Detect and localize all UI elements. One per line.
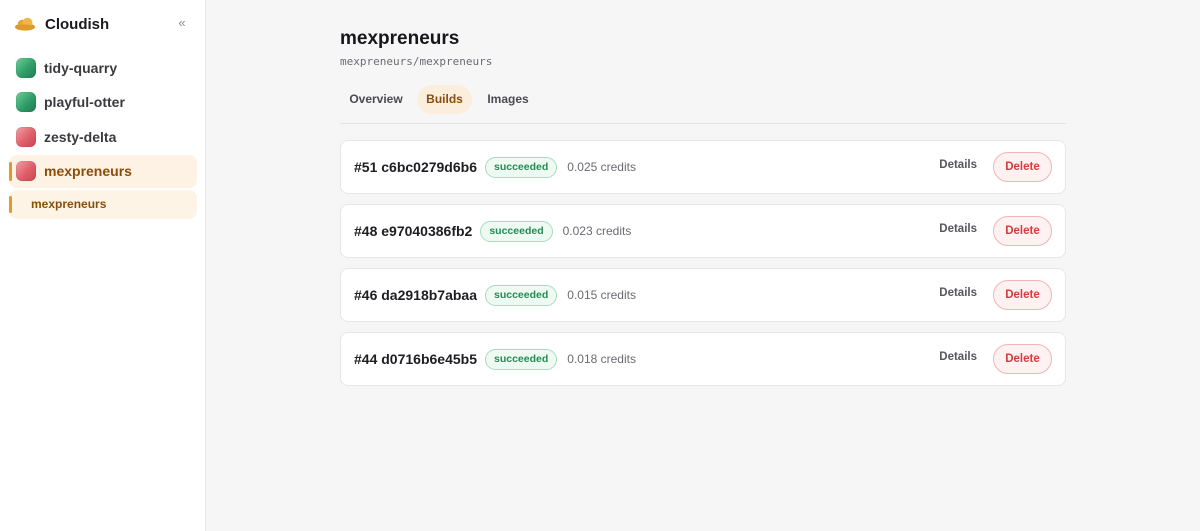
delete-button[interactable]: Delete bbox=[993, 280, 1052, 310]
sidebar-item-label: playful-otter bbox=[44, 94, 125, 110]
status-badge: succeeded bbox=[484, 348, 558, 370]
sidebar-item-label: zesty-delta bbox=[44, 128, 117, 145]
builds-list: #51 c6bc0279d6b6 succeeded 0.025 credits… bbox=[340, 140, 1066, 396]
brand[interactable]: Cloudish bbox=[14, 14, 109, 34]
build-row: #44 d0716b6e45b5 succeeded 0.018 credits… bbox=[340, 332, 1066, 386]
build-id[interactable]: #44 d0716b6e45b5 bbox=[354, 351, 477, 367]
build-credits: 0.015 credits bbox=[567, 288, 636, 302]
details-button[interactable]: Details bbox=[939, 287, 977, 299]
build-credits: 0.018 credits bbox=[567, 352, 636, 366]
details-button[interactable]: Details bbox=[939, 159, 977, 171]
collapse-sidebar-button[interactable]: « bbox=[174, 15, 190, 31]
build-credits: 0.023 credits bbox=[562, 224, 632, 238]
project-icon bbox=[16, 126, 36, 147]
tab-bar: Overview Builds Images bbox=[340, 85, 1066, 124]
status-badge: succeeded bbox=[484, 284, 558, 306]
sidebar-item-tidy-quarry[interactable]: tidy-quarry bbox=[9, 51, 197, 84]
sidebar-item-zesty-delta[interactable]: zesty-delta bbox=[9, 120, 197, 153]
status-badge: succeeded bbox=[484, 156, 558, 178]
delete-button[interactable]: Delete bbox=[993, 152, 1052, 182]
status-badge: succeeded bbox=[480, 220, 553, 242]
build-row: #51 c6bc0279d6b6 succeeded 0.025 credits… bbox=[340, 140, 1066, 194]
sidebar-subitem-mexpreneurs[interactable]: mexpreneurs bbox=[9, 189, 197, 219]
project-icon bbox=[16, 92, 36, 112]
project-nav: tidy-quarry playful-otter zesty-delta me… bbox=[9, 51, 197, 219]
build-credits: 0.025 credits bbox=[567, 160, 636, 174]
page-title: mexpreneurs bbox=[340, 28, 460, 49]
sidebar-item-playful-otter[interactable]: playful-otter bbox=[9, 86, 197, 119]
delete-button[interactable]: Delete bbox=[993, 216, 1052, 246]
project-icon bbox=[16, 161, 36, 181]
sidebar-item-mexpreneurs[interactable]: mexpreneurs bbox=[9, 154, 197, 188]
build-id[interactable]: #48 e97040386fb2 bbox=[354, 223, 472, 239]
details-button[interactable]: Details bbox=[939, 223, 977, 235]
tab-overview[interactable]: Overview bbox=[340, 85, 412, 114]
sidebar-item-label: mexpreneurs bbox=[44, 163, 132, 179]
build-row: #48 e97040386fb2 succeeded 0.023 credits… bbox=[340, 204, 1066, 258]
details-button[interactable]: Details bbox=[939, 351, 977, 363]
delete-button[interactable]: Delete bbox=[993, 344, 1052, 374]
sidebar: Cloudish « tidy-quarry playful-otter zes… bbox=[0, 0, 206, 531]
build-id[interactable]: #46 da2918b7abaa bbox=[354, 287, 477, 303]
cloud-icon bbox=[15, 17, 35, 31]
repo-path: mexpreneurs/mexpreneurs bbox=[340, 55, 493, 68]
sidebar-item-label: tidy-quarry bbox=[44, 59, 118, 76]
app-name: Cloudish bbox=[45, 15, 110, 33]
tab-images[interactable]: Images bbox=[481, 85, 535, 114]
project-icon bbox=[16, 57, 36, 78]
build-row: #46 da2918b7abaa succeeded 0.015 credits… bbox=[340, 268, 1066, 322]
tab-builds[interactable]: Builds bbox=[417, 85, 472, 114]
build-id[interactable]: #51 c6bc0279d6b6 bbox=[354, 159, 477, 175]
